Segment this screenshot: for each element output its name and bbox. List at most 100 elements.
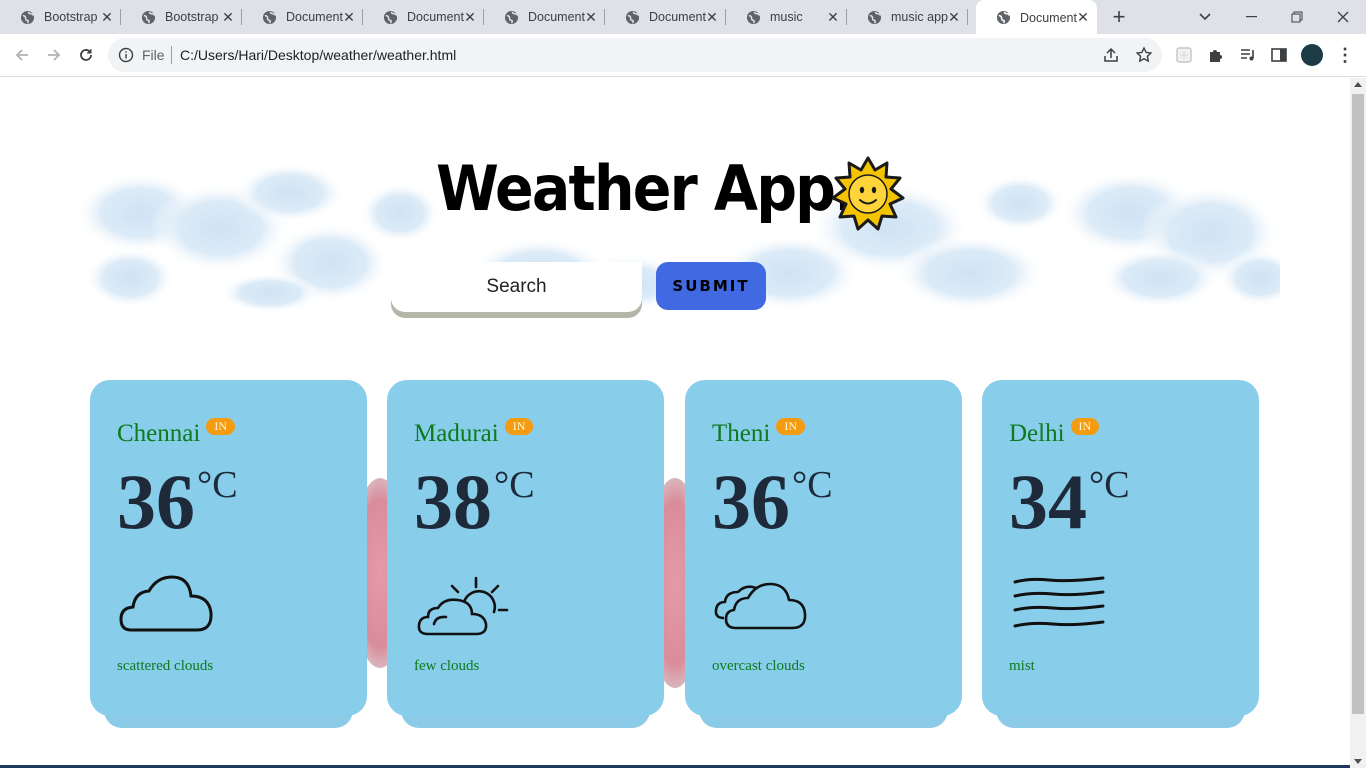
close-tab-icon[interactable]: ✕	[462, 9, 478, 25]
reload-icon	[80, 49, 92, 61]
address-bar[interactable]: File C:/Users/Hari/Desktop/weather/weath…	[108, 38, 1162, 72]
close-tab-icon[interactable]: ✕	[1075, 9, 1091, 25]
temperature-unit: °C	[1089, 464, 1130, 506]
globe-icon	[141, 10, 156, 24]
city-label: Delhi	[1009, 420, 1065, 447]
close-tab-icon[interactable]: ✕	[341, 9, 357, 25]
globe-icon	[996, 10, 1011, 25]
globe-icon	[746, 10, 761, 24]
country-badge: IN	[206, 418, 235, 435]
browser-tab[interactable]: music ✕	[726, 0, 847, 34]
weather-description: overcast clouds	[712, 658, 805, 674]
info-icon[interactable]	[118, 47, 134, 63]
browser-tab[interactable]: Document ✕	[363, 0, 484, 34]
cloud-icon	[119, 575, 213, 632]
submit-button[interactable]: SUBMIT	[656, 262, 766, 310]
profile-avatar[interactable]	[1301, 44, 1323, 66]
arrow-left-icon	[15, 49, 28, 61]
weather-card: Chennai IN 36°C scattered clouds	[90, 380, 367, 730]
close-tab-icon[interactable]: ✕	[583, 9, 599, 25]
city-name: Chennai IN	[117, 418, 235, 448]
scrollbar-thumb[interactable]	[1352, 94, 1364, 714]
minimize-button[interactable]	[1228, 0, 1274, 34]
close-tab-icon[interactable]: ✕	[704, 9, 720, 25]
city-name: Theni IN	[712, 418, 805, 448]
minimize-icon	[1245, 16, 1257, 18]
temperature: 34°C	[1009, 462, 1130, 542]
browser-tab[interactable]: Bootstrap ✕	[121, 0, 242, 34]
back-button[interactable]	[9, 42, 35, 68]
page-title: Weather App...	[436, 152, 896, 225]
tab-label: music app	[891, 10, 948, 24]
country-badge: IN	[1070, 418, 1100, 435]
arrow-right-icon	[48, 49, 61, 61]
side-panel-icon[interactable]	[1270, 46, 1288, 64]
close-tab-icon[interactable]: ✕	[825, 9, 841, 25]
city-search-input[interactable]	[391, 262, 642, 312]
browser-tab[interactable]: music app ✕	[847, 0, 968, 34]
browser-tab[interactable]: Document ✕	[605, 0, 726, 34]
url-scheme: File	[142, 47, 165, 63]
tab-label: Document	[649, 10, 706, 24]
browser-tab[interactable]: Document ✕	[484, 0, 605, 34]
close-window-button[interactable]	[1320, 0, 1366, 34]
globe-icon	[867, 10, 882, 24]
temperature: 36°C	[117, 462, 238, 542]
chevron-down-icon	[1199, 13, 1211, 21]
media-control-icon[interactable]	[1239, 46, 1257, 64]
close-tab-icon[interactable]: ✕	[220, 9, 236, 25]
weather-description: scattered clouds	[117, 658, 214, 674]
forward-button[interactable]	[41, 42, 67, 68]
tab-label: music	[770, 10, 803, 24]
city-label: Madurai	[414, 420, 499, 447]
temperature-value: 34	[1009, 458, 1087, 545]
city-name: Delhi IN	[1009, 418, 1100, 448]
weather-card: Theni IN 36°C overcast clouds	[685, 380, 962, 730]
browser-toolbar: File C:/Users/Hari/Desktop/weather/weath…	[0, 34, 1366, 77]
overcast-clouds-icon	[714, 582, 807, 630]
weather-description: mist	[1009, 658, 1035, 674]
page-scrollbar[interactable]	[1350, 78, 1366, 768]
tab-label: Document	[1020, 10, 1077, 25]
page-viewport: Weather App... SUBMIT ChennaiIN 36°C sca…	[0, 78, 1350, 768]
restore-icon	[1291, 11, 1303, 23]
temperature-unit: °C	[792, 464, 833, 506]
close-tab-icon[interactable]: ✕	[946, 9, 962, 25]
tab-strip: Bootstrap ✕ Bootstrap ✕ Document ✕ Docum…	[0, 0, 1366, 35]
share-icon[interactable]	[1102, 46, 1120, 64]
sun-face-icon	[831, 156, 905, 231]
globe-icon	[262, 10, 277, 24]
temperature: 36°C	[712, 462, 833, 542]
country-badge: IN	[504, 418, 534, 435]
browser-menu-button[interactable]: ⋮	[1336, 44, 1354, 66]
close-tab-icon[interactable]: ✕	[99, 9, 115, 25]
temperature-unit: °C	[197, 464, 238, 506]
city-label: Theni	[712, 420, 771, 447]
url-text[interactable]: C:/Users/Hari/Desktop/weather/weather.ht…	[180, 47, 456, 63]
extension-icon[interactable]	[1175, 46, 1193, 64]
globe-icon	[20, 10, 35, 24]
tab-search-button[interactable]	[1182, 0, 1228, 34]
close-icon	[1337, 11, 1349, 23]
restore-button[interactable]	[1274, 0, 1320, 34]
tab-label: Document	[407, 10, 464, 24]
tab-label: Bootstrap	[44, 10, 98, 24]
puzzle-icon[interactable]	[1207, 46, 1225, 64]
globe-icon	[383, 10, 398, 24]
scroll-up-icon[interactable]	[1354, 82, 1362, 87]
weather-card-body: Delhi IN 34°C mist	[982, 380, 1259, 716]
tab-label: Document	[528, 10, 585, 24]
reload-button[interactable]	[73, 42, 99, 68]
star-icon[interactable]	[1135, 46, 1153, 64]
globe-icon	[625, 10, 640, 24]
country-badge: IN	[776, 418, 805, 435]
browser-tab-active[interactable]: Document ✕	[976, 0, 1097, 35]
browser-tab[interactable]: Document ✕	[242, 0, 363, 34]
sun-cloud-icon	[417, 576, 509, 636]
tab-label: Bootstrap	[165, 10, 219, 24]
weather-card: Delhi IN 34°C mist	[982, 380, 1259, 730]
temperature-value: 36	[712, 458, 790, 545]
browser-tab[interactable]: Bootstrap ✕	[0, 0, 121, 34]
new-tab-button[interactable]: +	[1108, 6, 1130, 28]
scroll-down-icon[interactable]	[1354, 759, 1362, 764]
